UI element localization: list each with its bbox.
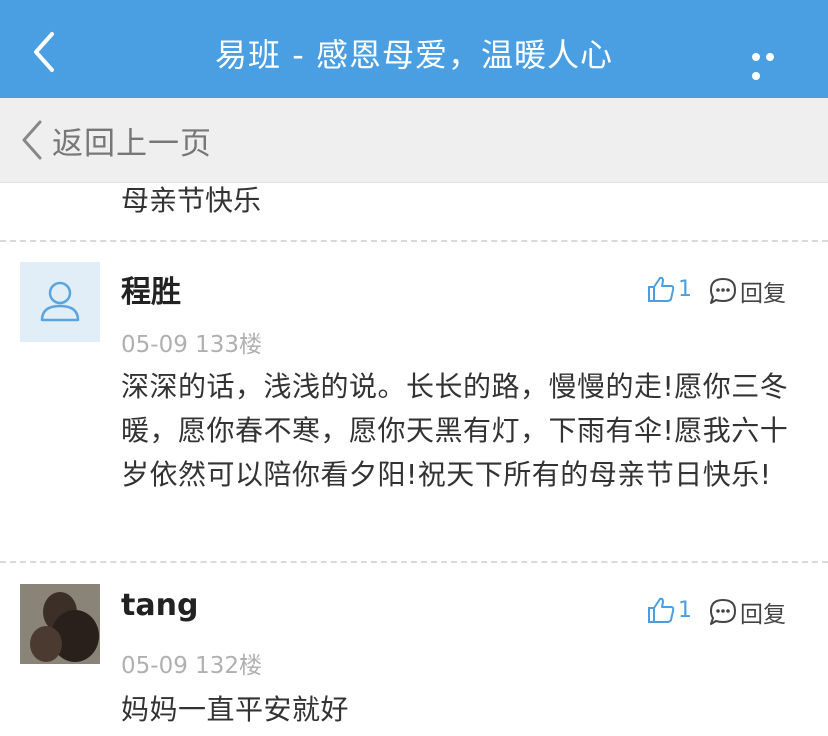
like-button[interactable]: 1 [646, 595, 692, 625]
title-bar: 易班 - 感恩母爱，温暖人心 [0, 0, 828, 98]
reply-button[interactable]: 回复 [708, 595, 786, 629]
comment-body: 妈妈一直平安就好 [121, 693, 350, 726]
avatar[interactable] [20, 262, 100, 342]
like-count: 1 [678, 597, 692, 623]
thumbs-up-icon [648, 276, 675, 302]
comment-meta: 05-09 132楼 [121, 653, 263, 679]
previous-comment-text: 母亲节快乐 [121, 184, 262, 217]
comment-bubble-icon [710, 278, 736, 304]
like-count: 1 [678, 276, 692, 302]
page-title: 易班 - 感恩母爱，温暖人心 [215, 36, 613, 74]
comment-list: 母亲节快乐 程胜 05-09 133楼 1 回复 深深的话，浅浅的说。长长的路，… [0, 183, 828, 736]
like-button[interactable]: 1 [646, 274, 692, 304]
divider [0, 561, 828, 563]
reply-label: 回复 [740, 281, 786, 307]
comment-body: 深深的话，浅浅的说。长长的路，慢慢的走!愿你三冬暖，愿你春不寒，愿你天黑有灯，下… [121, 370, 789, 491]
comment-username[interactable]: tang [121, 588, 198, 623]
more-options-icon[interactable] [752, 46, 792, 80]
reply-button[interactable]: 回复 [708, 274, 786, 308]
back-link-label: 返回上一页 [52, 125, 212, 162]
comment-meta: 05-09 133楼 [121, 332, 263, 358]
default-user-icon [40, 281, 80, 322]
divider [0, 240, 828, 242]
thumbs-up-icon [648, 597, 675, 623]
chevron-left-icon [22, 120, 42, 160]
comment-bubble-icon [710, 599, 736, 625]
back-to-previous-link[interactable]: 返回上一页 [18, 118, 212, 162]
user-photo-icon [20, 584, 100, 664]
comment-username[interactable]: 程胜 [121, 267, 181, 311]
avatar[interactable] [20, 584, 100, 664]
sub-nav-bar: 返回上一页 [0, 98, 828, 183]
reply-label: 回复 [740, 602, 786, 628]
